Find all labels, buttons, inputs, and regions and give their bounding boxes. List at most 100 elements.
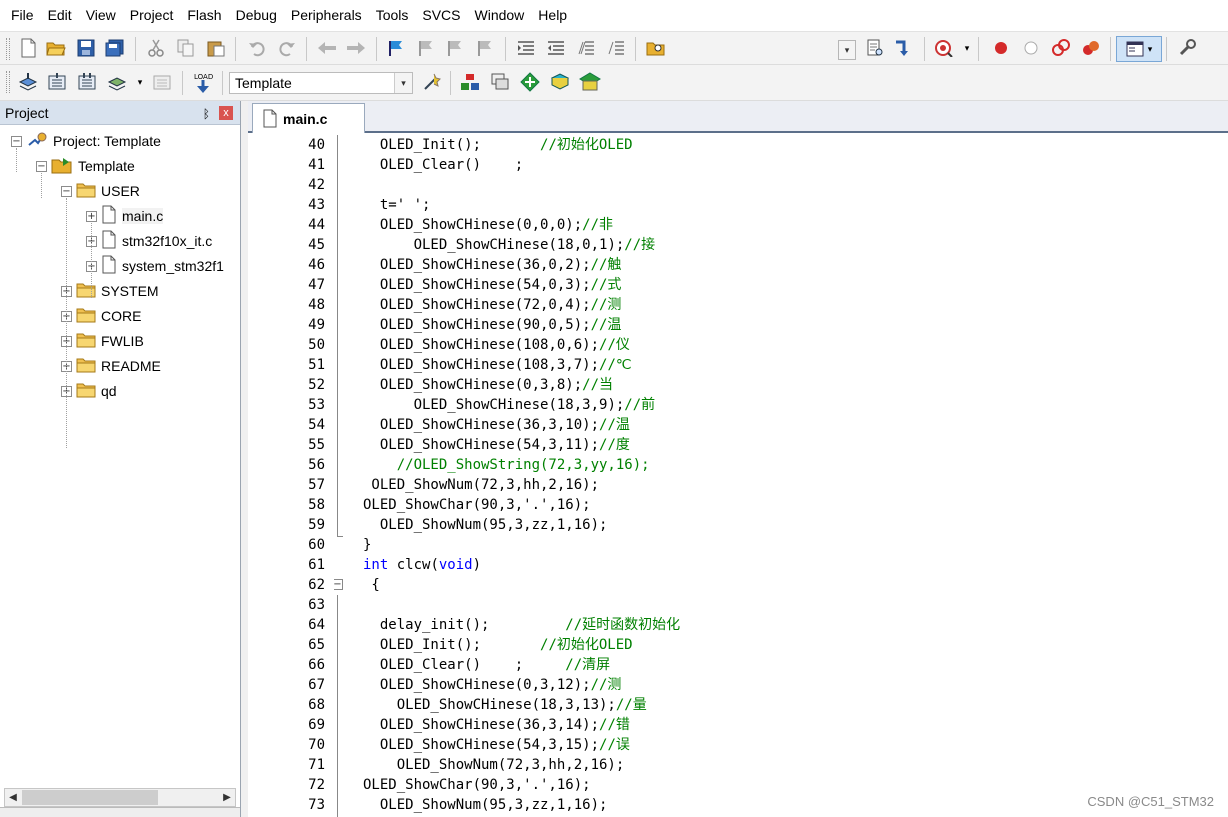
stop-build-icon[interactable] xyxy=(151,71,173,93)
collapse-icon[interactable]: − xyxy=(61,185,72,197)
target-select[interactable]: Template ▾ xyxy=(229,72,413,94)
tree-node[interactable]: + stm32f10x_it.c xyxy=(86,229,212,253)
chevron-down-icon[interactable]: ▾ xyxy=(394,73,412,93)
manage-project-items-icon[interactable] xyxy=(459,71,481,93)
code-line[interactable]: OLED_ShowNum(72,3,hh,2,16); xyxy=(371,475,599,495)
new-file-icon[interactable] xyxy=(17,37,39,59)
tree-node[interactable]: − Project: Template xyxy=(11,129,161,153)
bookmark-icon[interactable] xyxy=(385,37,407,59)
code-line[interactable]: OLED_ShowCHinese(108,3,7);//℃ xyxy=(380,355,632,375)
code-line[interactable]: OLED_Clear() ; xyxy=(380,155,523,175)
disable-all-breakpoints-icon[interactable] xyxy=(1050,37,1072,59)
tree-node[interactable]: + FWLIB xyxy=(61,329,144,353)
nav-forward-icon[interactable] xyxy=(345,37,367,59)
debug-session-icon[interactable] xyxy=(933,37,955,59)
translate-icon[interactable] xyxy=(17,71,39,93)
kill-all-breakpoints-icon[interactable] xyxy=(1080,37,1102,59)
code-line[interactable]: OLED_ShowChar(90,3,'.',16); xyxy=(363,495,591,515)
code-line[interactable]: OLED_ShowNum(95,3,zz,1,16); xyxy=(380,515,608,535)
menu-debug[interactable]: Debug xyxy=(229,0,284,31)
tree-node[interactable]: + main.c xyxy=(86,204,164,228)
build-icon[interactable] xyxy=(46,71,68,93)
code-line[interactable]: OLED_ShowCHinese(72,0,4);//测 xyxy=(380,295,622,315)
uncomment-icon[interactable] xyxy=(605,37,627,59)
save-icon[interactable] xyxy=(75,37,97,59)
incremental-find-icon[interactable] xyxy=(893,37,915,59)
prev-bookmark-icon[interactable] xyxy=(415,37,437,59)
download-icon[interactable]: LOAD xyxy=(192,70,214,96)
scroll-right-icon[interactable]: ▶ xyxy=(219,789,235,806)
menu-peripherals[interactable]: Peripherals xyxy=(284,0,369,31)
code-line[interactable]: delay_init(); //延时函数初始化 xyxy=(380,615,680,635)
window-layout-button[interactable]: ▾ xyxy=(1116,36,1162,62)
paste-icon[interactable] xyxy=(205,37,227,59)
nav-back-icon[interactable] xyxy=(316,37,338,59)
code-line[interactable]: } xyxy=(363,535,371,555)
copy-icon[interactable] xyxy=(175,37,197,59)
tree-node[interactable]: − Template xyxy=(36,154,135,178)
next-bookmark-icon[interactable] xyxy=(444,37,466,59)
code-line[interactable]: OLED_ShowCHinese(18,3,9);//前 xyxy=(414,395,656,415)
code-line[interactable]: OLED_ShowCHinese(108,0,6);//仪 xyxy=(380,335,630,355)
tree-node[interactable]: + README xyxy=(61,354,161,378)
redo-icon[interactable] xyxy=(276,37,298,59)
tree-node[interactable]: + CORE xyxy=(61,304,141,328)
menu-tools[interactable]: Tools xyxy=(369,0,416,31)
open-file-icon[interactable] xyxy=(45,37,67,59)
clear-bookmarks-icon[interactable] xyxy=(474,37,496,59)
code-line[interactable]: OLED_ShowCHinese(18,0,1);//接 xyxy=(414,235,656,255)
batch-build-icon[interactable] xyxy=(106,71,128,93)
code-line[interactable]: OLED_ShowCHinese(18,3,13);//量 xyxy=(397,695,647,715)
menu-file[interactable]: File xyxy=(4,0,41,31)
find-icon[interactable] xyxy=(864,37,886,59)
menu-edit[interactable]: Edit xyxy=(41,0,79,31)
comment-icon[interactable] xyxy=(575,37,597,59)
menu-window[interactable]: Window xyxy=(468,0,532,31)
tab-main-c[interactable]: main.c xyxy=(252,103,365,133)
menu-project[interactable]: Project xyxy=(123,0,181,31)
code-line[interactable]: OLED_ShowCHinese(36,3,14);//错 xyxy=(380,715,630,735)
cut-icon[interactable] xyxy=(145,37,167,59)
find-combo-arrow[interactable]: ▾ xyxy=(838,40,856,60)
rebuild-icon[interactable] xyxy=(76,71,98,93)
toolbar-grip[interactable] xyxy=(6,38,10,60)
code-line[interactable]: OLED_ShowCHinese(0,3,8);//当 xyxy=(380,375,613,395)
code-line[interactable]: OLED_ShowCHinese(0,0,0);//非 xyxy=(380,215,613,235)
code-line[interactable]: OLED_ShowCHinese(36,3,10);//温 xyxy=(380,415,630,435)
find-in-files-icon[interactable] xyxy=(645,37,667,59)
menu-svcs[interactable]: SVCS xyxy=(415,0,467,31)
indent-icon[interactable] xyxy=(515,37,537,59)
code-line[interactable]: { xyxy=(363,575,379,595)
pack-installer-icon[interactable] xyxy=(549,71,571,93)
select-packs-icon[interactable] xyxy=(489,71,511,93)
debug-dropdown-arrow[interactable]: ▾ xyxy=(956,37,978,59)
close-icon[interactable]: x xyxy=(219,106,233,120)
code-line[interactable]: OLED_Clear() ; //清屏 xyxy=(380,655,610,675)
code-line[interactable]: OLED_ShowCHinese(0,3,12);//测 xyxy=(380,675,622,695)
pin-icon[interactable]: ᛒ xyxy=(203,102,210,126)
menu-view[interactable]: View xyxy=(79,0,123,31)
configure-icon[interactable] xyxy=(1176,37,1198,59)
code-line[interactable]: OLED_Init(); //初始化OLED xyxy=(380,135,633,155)
code-line[interactable]: //OLED_ShowString(72,3,yy,16); xyxy=(397,455,650,475)
panel-tabs[interactable] xyxy=(0,807,240,817)
code-line[interactable]: OLED_ShowCHinese(54,0,3);//式 xyxy=(380,275,622,295)
code-area[interactable]: OLED_Init(); //初始化OLED OLED_Clear() ; t=' … xyxy=(334,135,1228,817)
horizontal-scrollbar[interactable]: ◀ ▶ xyxy=(4,788,236,807)
scroll-thumb[interactable] xyxy=(22,790,158,805)
collapse-icon[interactable]: − xyxy=(36,160,47,172)
tree-node[interactable]: + system_stm32f1 xyxy=(86,254,224,278)
save-all-icon[interactable] xyxy=(104,37,126,59)
code-line[interactable]: OLED_ShowCHinese(90,0,5);//温 xyxy=(380,315,622,335)
code-line[interactable]: OLED_Init(); //初始化OLED xyxy=(380,635,633,655)
code-line[interactable]: OLED_ShowCHinese(54,3,11);//度 xyxy=(380,435,630,455)
code-line[interactable]: int clcw(void) xyxy=(363,555,481,575)
unindent-icon[interactable] xyxy=(545,37,567,59)
target-options-icon[interactable] xyxy=(421,71,443,93)
code-line[interactable]: OLED_ShowNum(95,3,zz,1,16); xyxy=(380,795,608,815)
tree-node[interactable]: + qd xyxy=(61,379,117,403)
disable-breakpoint-icon[interactable] xyxy=(1020,37,1042,59)
undo-icon[interactable] xyxy=(246,37,268,59)
pack-manager-icon[interactable] xyxy=(579,71,601,93)
breakpoint-icon[interactable] xyxy=(990,37,1012,59)
